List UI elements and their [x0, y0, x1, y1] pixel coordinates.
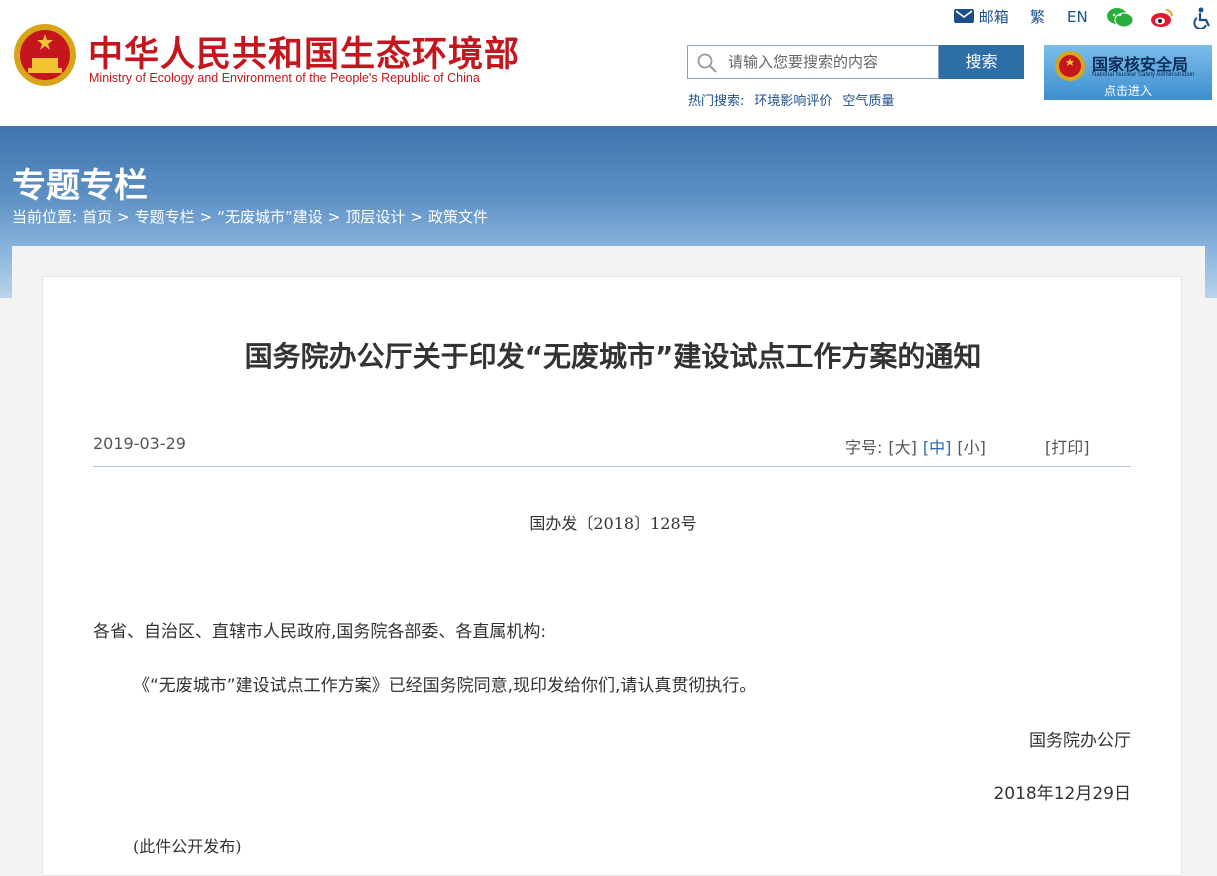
hot-search-link[interactable]: 环境影响评价: [754, 94, 832, 109]
mail-link[interactable]: 邮箱: [954, 6, 1009, 28]
signer: 国务院办公厅: [1029, 731, 1131, 751]
traditional-link[interactable]: 繁: [1030, 6, 1045, 28]
nsa-emblem-icon: [1055, 51, 1085, 81]
weibo-icon[interactable]: [1150, 8, 1174, 28]
body-paragraph: 《“无废城市”建设试点工作方案》已经国务院同意,现印发给你们,请认真贯彻执行。: [133, 676, 757, 696]
font-size-small-button[interactable]: [小]: [957, 438, 986, 457]
section-title: 专题专栏: [12, 166, 148, 206]
accessibility-icon[interactable]: [1192, 7, 1214, 29]
breadcrumb-separator: >: [410, 208, 423, 226]
search-input[interactable]: [728, 46, 933, 78]
mail-icon: [954, 9, 974, 23]
hot-search: 热门搜索: 环境影响评价 空气质量: [688, 90, 904, 109]
breadcrumb-separator: >: [117, 208, 130, 226]
english-link[interactable]: EN: [1067, 6, 1088, 28]
nsa-banner-link[interactable]: 国家核安全局 National Nuclear Safety Administr…: [1044, 45, 1212, 100]
print-button[interactable]: [打印]: [1045, 434, 1090, 458]
article-card: 国务院办公厅关于印发“无废城市”建设试点工作方案的通知 2019-03-29 字…: [42, 276, 1182, 876]
site-name-cn[interactable]: 中华人民共和国生态环境部: [88, 26, 520, 77]
document-number: 国办发〔2018〕128号: [529, 514, 697, 533]
font-size-medium-button[interactable]: [中]: [923, 438, 952, 457]
breadcrumb-separator: >: [327, 208, 341, 226]
emblem-icon[interactable]: [12, 22, 78, 88]
mail-label: 邮箱: [978, 8, 1009, 26]
article-title: 国务院办公厅关于印发“无废城市”建设试点工作方案的通知: [244, 340, 982, 373]
breadcrumb: 当前位置: 首页 > 专题专栏 > “无废城市”建设 > 顶层设计 > 政策文件: [12, 206, 493, 227]
divider: [93, 466, 1131, 467]
wechat-icon[interactable]: [1107, 8, 1133, 28]
nsa-subtitle: National Nuclear Safety Administration: [1092, 72, 1195, 78]
search-button[interactable]: 搜索: [939, 45, 1024, 79]
section-banner: 专题专栏 当前位置: 首页 > 专题专栏 > “无废城市”建设 > 顶层设计 > 政策文件: [0, 126, 1217, 298]
breadcrumb-home[interactable]: 首页: [82, 208, 112, 226]
publication-note: (此件公开发布): [133, 837, 242, 856]
breadcrumb-policy-documents[interactable]: 政策文件: [428, 208, 488, 226]
search-icon[interactable]: [697, 53, 717, 73]
font-size-large-button[interactable]: [大]: [888, 438, 917, 457]
breadcrumb-top-design[interactable]: 顶层设计: [345, 208, 405, 226]
nsa-enter-label: 点击进入: [1103, 84, 1152, 98]
font-size-label: 字号:: [845, 438, 883, 457]
hot-search-link[interactable]: 空气质量: [842, 94, 894, 109]
breadcrumb-zero-waste-city[interactable]: “无废城市”建设: [217, 208, 323, 226]
sign-date: 2018年12月29日: [993, 784, 1131, 804]
hot-search-label: 热门搜索:: [688, 94, 745, 109]
top-utility-bar: 邮箱 繁 EN: [950, 6, 1217, 30]
search-box: [687, 45, 939, 79]
salutation: 各省、自治区、直辖市人民政府,国务院各部委、各直属机构:: [93, 622, 547, 642]
breadcrumb-special-topics[interactable]: 专题专栏: [135, 208, 195, 226]
breadcrumb-separator: >: [199, 208, 213, 226]
site-header: 中华人民共和国生态环境部 Ministry of Ecology and Env…: [0, 0, 1217, 126]
site-name-en[interactable]: Ministry of Ecology and Environment of t…: [89, 71, 480, 85]
breadcrumb-label: 当前位置:: [12, 208, 78, 226]
publish-date: 2019-03-29: [93, 434, 186, 453]
font-size-controls: 字号: [大] [中] [小]: [845, 434, 986, 458]
